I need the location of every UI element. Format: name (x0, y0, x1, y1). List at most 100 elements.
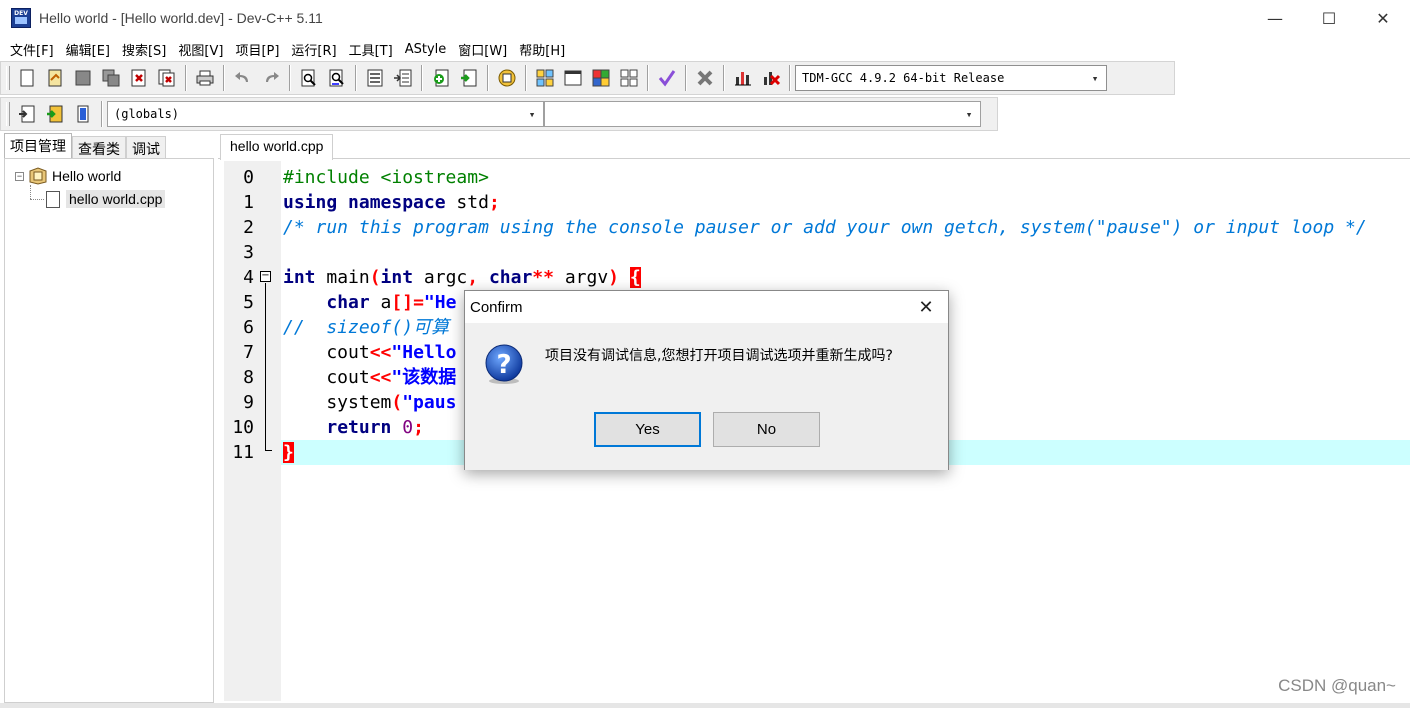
dialog-close-icon[interactable]: ✕ (916, 297, 936, 318)
tree-item-file-label: hello world.cpp (66, 190, 166, 208)
tab-hello-world-cpp[interactable]: hello world.cpp (220, 134, 334, 160)
stop-execution-icon[interactable] (693, 66, 717, 90)
redo-icon[interactable] (259, 66, 283, 90)
compiler-select[interactable]: TDM-GCC 4.9.2 64-bit Release ▾ (795, 65, 1107, 91)
window-controls: — ☐ ✕ (1248, 0, 1410, 36)
close-button[interactable]: ✕ (1356, 0, 1410, 36)
toolbar-grip[interactable] (6, 102, 10, 126)
compile-run-icon[interactable] (589, 66, 613, 90)
toggle-bookmark-icon[interactable] (43, 102, 67, 126)
goto-bookmark-icon[interactable] (71, 102, 95, 126)
menu-search[interactable]: 搜索[S] (116, 40, 172, 59)
symbol-select[interactable]: ▾ (544, 101, 981, 127)
tree-item-project-label: Hello world (52, 168, 122, 184)
add-to-project-icon[interactable] (429, 66, 453, 90)
close-file-icon[interactable] (127, 66, 151, 90)
chevron-down-icon[interactable]: ▾ (962, 107, 976, 121)
left-panel-tabs: 项目管理 查看类 调试 (4, 133, 166, 158)
code-line-4: int main(int argc, char** argv) { (283, 267, 641, 288)
print-icon[interactable] (193, 66, 217, 90)
profile-chart-icon[interactable] (731, 66, 755, 90)
watermark: CSDN @quan~ (1278, 676, 1396, 695)
toolbar-separator (223, 65, 225, 91)
toolbar-separator (685, 65, 687, 91)
dialog-body: ? 项目没有调试信息,您想打开项目调试选项并重新生成吗? Yes No (465, 323, 948, 470)
yes-button[interactable]: Yes (594, 412, 701, 447)
toolbar-separator (723, 65, 725, 91)
menu-run[interactable]: 运行[R] (285, 40, 342, 59)
syntax-check-icon[interactable] (655, 66, 679, 90)
tab-debug[interactable]: 调试 (126, 136, 166, 158)
chevron-down-icon[interactable]: ▾ (525, 107, 539, 121)
dialog-title: Confirm (470, 298, 523, 316)
menu-astyle[interactable]: AStyle (399, 42, 453, 57)
menu-help[interactable]: 帮助[H] (513, 40, 571, 59)
scope-select-value: (globals) (114, 107, 180, 121)
cpp-file-icon (46, 190, 60, 208)
find-icon[interactable] (297, 66, 321, 90)
menu-project[interactable]: 项目[P] (229, 40, 285, 59)
open-file-icon[interactable] (43, 66, 67, 90)
minimize-button[interactable]: — (1248, 0, 1302, 36)
indent-icon[interactable] (363, 66, 387, 90)
project-tree-panel: − Hello world hello world.cpp (4, 158, 214, 703)
fold-collapse-icon[interactable]: − (260, 271, 271, 282)
code-line-11: } (283, 442, 294, 463)
line-number: 2 (243, 217, 254, 238)
rebuild-all-icon[interactable] (617, 66, 641, 90)
devcpp-app-icon: DEV (11, 8, 31, 28)
line-number: 4 (243, 267, 254, 288)
goto-line-icon[interactable] (391, 66, 415, 90)
collapse-icon[interactable]: − (15, 171, 24, 181)
remove-from-project-icon[interactable] (457, 66, 481, 90)
new-file-icon[interactable] (15, 66, 39, 90)
code-line-8: cout<<"该数据 (283, 367, 457, 388)
save-all-icon[interactable] (99, 66, 123, 90)
no-button[interactable]: No (713, 412, 820, 447)
scope-select[interactable]: (globals) ▾ (107, 101, 544, 127)
tree-item-file[interactable]: hello world.cpp (46, 190, 166, 208)
replace-icon[interactable] (325, 66, 349, 90)
fold-guide-end (265, 450, 272, 451)
line-number: 10 (232, 417, 254, 438)
code-line-9: system("paus (283, 392, 457, 413)
menu-edit[interactable]: 编辑[E] (60, 40, 116, 59)
toolbar-grip[interactable] (6, 66, 10, 90)
toolbar-separator (487, 65, 489, 91)
chevron-down-icon[interactable]: ▾ (1088, 71, 1102, 85)
status-bar-edge (0, 703, 1410, 708)
code-line-7: cout<<"Hello (283, 342, 457, 363)
compiler-select-value: TDM-GCC 4.9.2 64-bit Release (802, 71, 1005, 85)
question-icon: ? (485, 344, 523, 384)
line-number: 3 (243, 242, 254, 263)
tab-project-manager[interactable]: 项目管理 (4, 133, 72, 158)
tree-item-project[interactable]: − Hello world (15, 167, 121, 185)
fold-guide-line (265, 283, 266, 450)
code-line-6: // sizeof()可算 (283, 317, 450, 338)
confirm-dialog: Confirm ✕ ? 项目没有调试信息,您想打开项目调试选项并重新生成吗? Y… (464, 290, 949, 470)
code-line-1: using namespace std; (283, 192, 500, 213)
class-toolbar: (globals) ▾ ▾ (0, 97, 998, 131)
tree-connector (30, 199, 44, 200)
window-title: Hello world - [Hello world.dev] - Dev-C+… (39, 10, 323, 26)
menu-view[interactable]: 视图[V] (172, 40, 229, 59)
menu-tools[interactable]: 工具[T] (343, 40, 399, 59)
project-options-icon[interactable] (495, 66, 519, 90)
code-line-0: #include <iostream> (283, 167, 489, 188)
menu-file[interactable]: 文件[F] (4, 40, 60, 59)
line-number: 5 (243, 292, 254, 313)
run-icon[interactable] (561, 66, 585, 90)
compile-icon[interactable] (533, 66, 557, 90)
maximize-button[interactable]: ☐ (1302, 0, 1356, 36)
code-line-10: return 0; (326, 417, 424, 438)
dialog-title-bar[interactable]: Confirm ✕ (465, 291, 948, 323)
save-icon[interactable] (71, 66, 95, 90)
delete-profile-icon[interactable] (759, 66, 783, 90)
menu-window[interactable]: 窗口[W] (452, 40, 513, 59)
tab-class-browser[interactable]: 查看类 (72, 136, 126, 158)
undo-icon[interactable] (231, 66, 255, 90)
project-icon (29, 167, 47, 185)
close-all-icon[interactable] (155, 66, 179, 90)
insert-icon[interactable] (15, 102, 39, 126)
toolbar-separator (421, 65, 423, 91)
